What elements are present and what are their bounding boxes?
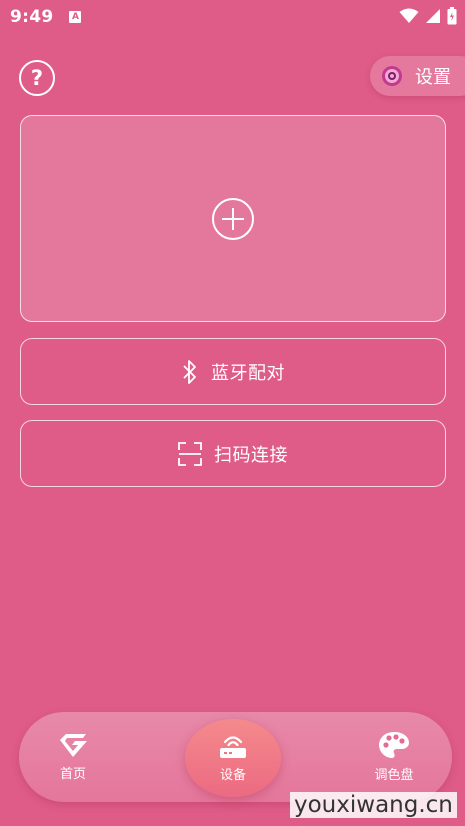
add-device-card[interactable]	[20, 115, 446, 322]
palette-icon	[379, 732, 409, 758]
router-icon	[220, 736, 246, 758]
nav-palette-label: 调色盘	[374, 768, 414, 783]
wifi-icon	[399, 8, 419, 23]
help-button[interactable]: ?	[19, 60, 55, 96]
nav-device[interactable]: 设备	[185, 712, 281, 802]
plus-circle-icon	[212, 197, 254, 240]
nav-home[interactable]: 首页	[25, 712, 121, 802]
nav-device-label: 设备	[219, 768, 246, 783]
nav-palette[interactable]: 调色盘	[346, 712, 442, 802]
scan-icon	[178, 441, 202, 466]
watermark: youxiwang.cn	[290, 792, 457, 818]
status-time: 9:49	[10, 7, 54, 27]
bluetooth-icon	[183, 359, 196, 384]
bluetooth-pair-label: 蓝牙配对	[211, 362, 285, 384]
signal-icon	[426, 9, 440, 23]
battery-icon	[447, 7, 457, 25]
notification-a-icon: A	[69, 11, 82, 23]
status-icons	[399, 7, 457, 25]
question-icon: ?	[30, 66, 44, 90]
gear-icon	[382, 66, 402, 86]
bluetooth-pair-button[interactable]: 蓝牙配对	[20, 338, 446, 405]
settings-label: 设置	[415, 67, 451, 88]
scan-connect-label: 扫码连接	[214, 444, 288, 466]
nav-home-label: 首页	[59, 767, 86, 782]
status-bar: 9:49 A	[0, 0, 465, 34]
settings-button[interactable]: 设置	[370, 56, 465, 96]
home-icon	[60, 734, 87, 757]
scan-connect-button[interactable]: 扫码连接	[20, 420, 446, 487]
bottom-nav: 首页 设备 调色盘	[19, 712, 452, 802]
